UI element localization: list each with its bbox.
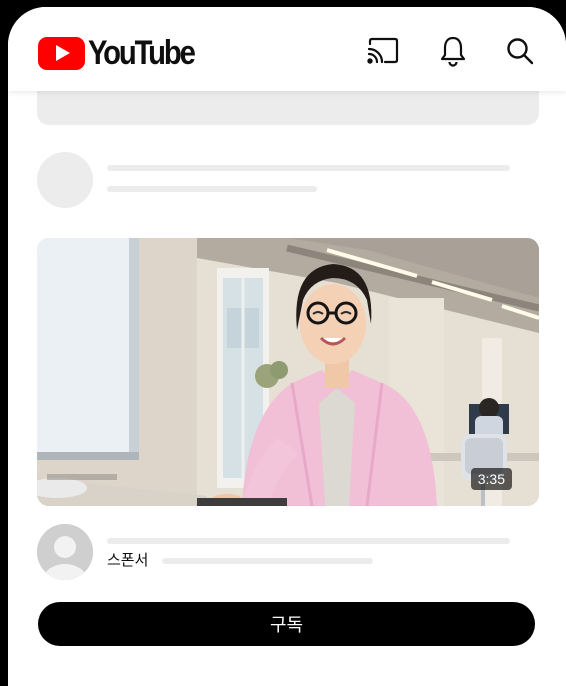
loading-placeholder-line [107, 186, 317, 192]
phone-screen: YouTube 3:35 스폰서 구독 [8, 7, 566, 686]
loading-placeholder-avatar [37, 152, 93, 208]
thumbnail-image [37, 238, 539, 506]
logo-wordmark: YouTube [88, 34, 196, 72]
bell-icon[interactable] [435, 33, 471, 69]
cast-icon[interactable] [365, 33, 401, 69]
top-app-bar: YouTube [8, 7, 566, 91]
channel-avatar[interactable] [37, 524, 93, 580]
loading-placeholder-line [162, 558, 373, 564]
youtube-logo[interactable]: YouTube [38, 36, 211, 70]
video-thumbnail[interactable]: 3:35 [37, 238, 539, 506]
loading-placeholder-line [107, 538, 510, 544]
subscribe-button[interactable]: 구독 [38, 602, 535, 646]
sponsor-label: 스폰서 [107, 552, 149, 569]
youtube-play-icon [38, 36, 85, 70]
loading-placeholder-line [107, 165, 510, 171]
video-duration-badge: 3:35 [470, 468, 512, 490]
search-icon[interactable] [502, 33, 538, 69]
default-avatar-icon [37, 524, 93, 580]
